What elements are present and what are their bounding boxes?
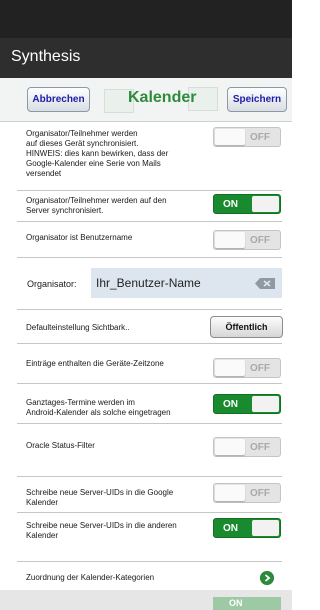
- organizer-sync-server-toggle[interactable]: ON: [213, 194, 281, 214]
- visibility-button[interactable]: Öffentlich: [210, 316, 283, 338]
- cancel-button[interactable]: Abbrechen: [27, 87, 90, 112]
- category-mapping-label: Zuordnung der Kalender-Kategorien: [26, 573, 155, 582]
- toggle-state: OFF: [250, 132, 270, 143]
- oracle-status-filter-label: Oracle Status-Filter: [26, 441, 95, 450]
- toggle-state: ON: [223, 523, 238, 534]
- allday-events-toggle[interactable]: ON: [213, 394, 281, 414]
- device-timezone-label: Einträge enthalten die Geräte-Zeitzone: [26, 359, 164, 368]
- server-uids-google-toggle[interactable]: OFF: [213, 483, 281, 503]
- toggle-knob: [252, 396, 279, 412]
- toggle-knob: [252, 196, 279, 212]
- divider: [17, 221, 282, 222]
- toggle-knob: [215, 439, 245, 455]
- toggle-state: ON: [223, 399, 238, 410]
- organizer-is-username-toggle[interactable]: OFF: [213, 230, 281, 250]
- device-timezone-toggle[interactable]: OFF: [213, 358, 281, 378]
- toggle-knob: [215, 129, 245, 145]
- toggle-state: OFF: [250, 442, 270, 453]
- bottom-strip: ON: [0, 590, 292, 610]
- divider: [17, 190, 282, 191]
- toggle-knob: [215, 485, 245, 501]
- divider: [17, 309, 282, 310]
- partial-toggle[interactable]: ON: [213, 597, 281, 610]
- status-bar: [0, 0, 292, 38]
- organizer-sync-server-label: Organisator/Teilnehmer werden auf den Se…: [26, 196, 167, 215]
- divider: [17, 423, 282, 424]
- divider: [17, 561, 282, 562]
- organizer-is-username-label: Organisator ist Benutzername: [26, 233, 133, 242]
- toggle-state: OFF: [250, 235, 270, 246]
- divider: [17, 343, 282, 344]
- divider: [17, 383, 282, 384]
- page-title: Kalender: [128, 89, 197, 106]
- organizer-label: Organisator:: [27, 279, 77, 289]
- organizer-sync-device-label: Organisator/Teilnehmer werden auf dieses…: [26, 129, 169, 178]
- app-bar: Synthesis: [0, 38, 292, 78]
- allday-events-label: Ganztages-Termine werden im Android-Kale…: [26, 398, 171, 417]
- oracle-status-filter-toggle[interactable]: OFF: [213, 437, 281, 457]
- divider: [17, 512, 282, 513]
- toggle-knob: [215, 360, 245, 376]
- app-title: Synthesis: [11, 48, 81, 65]
- divider: [17, 257, 282, 258]
- server-uids-other-label: Schreibe neue Server-UIDs in die anderen…: [26, 521, 177, 540]
- toggle-state: OFF: [250, 363, 270, 374]
- server-uids-google-label: Schreibe neue Server-UIDs in die Google …: [26, 488, 174, 507]
- section-gap: [0, 548, 292, 562]
- save-button[interactable]: Speichern: [227, 87, 287, 112]
- backspace-clear-icon[interactable]: [255, 278, 275, 289]
- calendar-toolbar: Abbrechen Kalender Speichern: [0, 78, 292, 122]
- organizer-input[interactable]: Ihr_Benutzer-Name: [91, 268, 282, 298]
- toggle-knob: [252, 520, 279, 536]
- chevron-right-circle-icon[interactable]: [260, 571, 274, 585]
- organizer-sync-device-toggle[interactable]: OFF: [213, 127, 281, 147]
- section-gap: [0, 462, 292, 477]
- organizer-value: Ihr_Benutzer-Name: [96, 276, 201, 290]
- server-uids-other-toggle[interactable]: ON: [213, 518, 281, 538]
- divider: [17, 476, 282, 477]
- toggle-state: OFF: [250, 488, 270, 499]
- toggle-state: ON: [223, 199, 238, 210]
- toggle-knob: [215, 232, 245, 248]
- default-visibility-label: Defaulteinstellung Sichtbark..: [26, 323, 130, 332]
